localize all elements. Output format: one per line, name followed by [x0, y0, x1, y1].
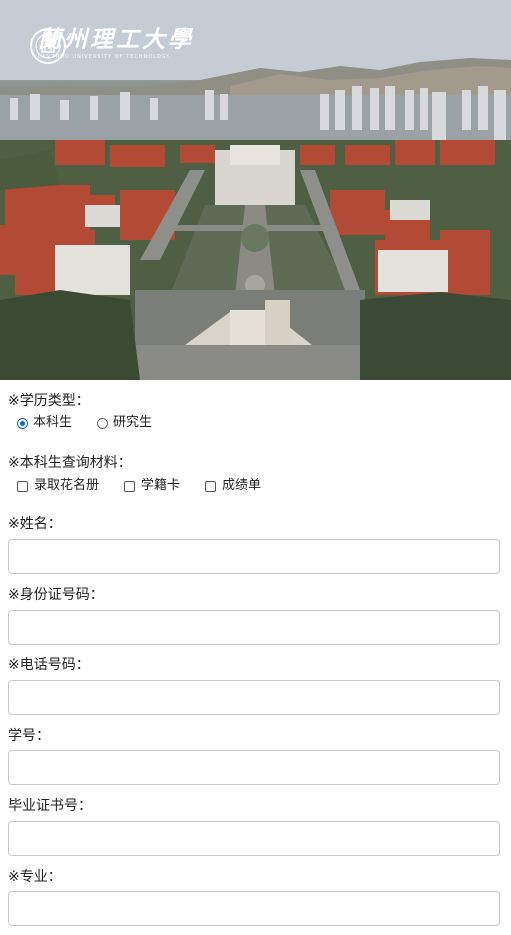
materials-checkbox-group: 录取花名册 学籍卡 成绩单	[17, 478, 261, 494]
phone-label: ※电话号码：	[8, 657, 90, 673]
radio-graduate-label: 研究生	[113, 415, 153, 430]
radio-undergraduate-label: 本科生	[33, 415, 73, 430]
student-number-label: 学号：	[8, 728, 50, 744]
checkbox-transcript[interactable]: 成绩单	[205, 478, 261, 494]
phone-input[interactable]	[8, 680, 500, 715]
education-type-label: ※学历类型：	[8, 393, 90, 409]
checkbox-icon[interactable]	[124, 480, 136, 492]
radio-unselected-icon[interactable]	[97, 417, 109, 429]
name-label: ※姓名：	[8, 516, 62, 532]
student-number-input[interactable]	[8, 750, 500, 785]
checkbox-admission-roster[interactable]: 录取花名册	[17, 478, 99, 494]
university-logo: 蘭州理工大學 LANZHOU UNIVERSITY OF TECHNOLOGY	[30, 28, 194, 64]
education-type-radio-group: 本科生 研究生	[17, 415, 152, 431]
id-number-input[interactable]	[8, 610, 500, 645]
checkbox-student-record-card[interactable]: 学籍卡	[124, 478, 180, 494]
campus-banner: 蘭州理工大學 LANZHOU UNIVERSITY OF TECHNOLOGY	[0, 0, 511, 380]
radio-undergraduate[interactable]: 本科生	[17, 415, 72, 431]
id-number-label: ※身份证号码：	[8, 587, 104, 603]
logo-english-name: LANZHOU UNIVERSITY OF TECHNOLOGY	[38, 54, 171, 60]
materials-label: ※本科生查询材料：	[8, 455, 132, 471]
checkbox-student-record-card-label: 学籍卡	[141, 478, 181, 493]
diploma-number-input[interactable]	[8, 821, 500, 856]
major-label: ※专业：	[8, 869, 62, 885]
checkbox-icon[interactable]	[205, 480, 217, 492]
radio-selected-icon[interactable]	[17, 417, 28, 429]
name-input[interactable]	[8, 539, 500, 574]
checkbox-icon[interactable]	[17, 480, 28, 492]
checkbox-admission-roster-label: 录取花名册	[34, 478, 100, 493]
checkbox-transcript-label: 成绩单	[222, 478, 262, 493]
diploma-number-label: 毕业证书号：	[8, 798, 92, 814]
radio-graduate[interactable]: 研究生	[97, 415, 152, 431]
major-input[interactable]	[8, 891, 500, 926]
